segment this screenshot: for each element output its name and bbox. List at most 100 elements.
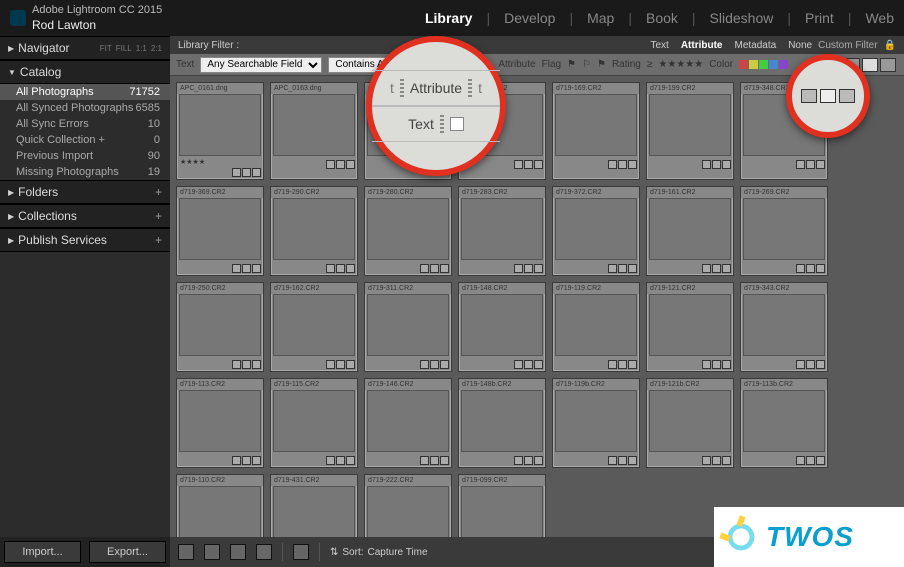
module-book[interactable]: Book [646, 10, 678, 26]
thumbnail-image[interactable] [461, 390, 543, 452]
badge-icon[interactable] [618, 456, 627, 465]
catalog-row[interactable]: Missing Photographs19 [0, 164, 170, 180]
badge-icon[interactable] [712, 160, 721, 169]
badge-icon[interactable] [242, 168, 251, 177]
thumbnail-image[interactable] [273, 486, 355, 537]
thumbnail-image[interactable] [179, 486, 261, 537]
badge-icon[interactable] [722, 160, 731, 169]
thumbnail-image[interactable] [273, 94, 355, 156]
folders-header[interactable]: ▶ Folders + [0, 180, 170, 204]
thumbnail-cell[interactable]: APC_0161.dng★★★★ [176, 82, 264, 180]
badge-icon[interactable] [514, 360, 523, 369]
badge-icon[interactable] [326, 264, 335, 273]
thumbnail-image[interactable] [461, 486, 543, 537]
badge-icon[interactable] [608, 264, 617, 273]
painter-tool-icon[interactable] [293, 544, 309, 560]
thumbnail-cell[interactable]: d719-199.CR2 [646, 82, 734, 180]
thumbnail-cell[interactable]: APC_0163.dng [270, 82, 358, 180]
thumbnail-cell[interactable]: d719-222.CR2 [364, 474, 452, 537]
sort-direction-icon[interactable]: ⇅ [330, 547, 338, 558]
add-icon[interactable]: + [155, 209, 162, 223]
badge-icon[interactable] [712, 456, 721, 465]
badge-icon[interactable] [796, 360, 805, 369]
custom-filter-label[interactable]: Custom Filter [818, 40, 877, 51]
thumbnail-image[interactable] [273, 294, 355, 356]
badge-icon[interactable] [608, 360, 617, 369]
badge-icon[interactable] [702, 264, 711, 273]
thumbnail-image[interactable] [179, 198, 261, 260]
thumbnail-image[interactable] [743, 390, 825, 452]
badge-icon[interactable] [712, 264, 721, 273]
catalog-row[interactable]: All Synced Photographs6585 [0, 100, 170, 116]
badge-icon[interactable] [242, 264, 251, 273]
thumbnail-cell[interactable]: d719-290.CR2 [270, 186, 358, 276]
badge-icon[interactable] [816, 264, 825, 273]
badge-icon[interactable] [440, 456, 449, 465]
badge-icon[interactable] [242, 360, 251, 369]
badge-icon[interactable] [618, 264, 627, 273]
badge-icon[interactable] [252, 360, 261, 369]
filter-tab-none[interactable]: None [788, 40, 812, 51]
thumbnail-cell[interactable]: d719-343.CR2 [740, 282, 828, 372]
badge-icon[interactable] [816, 456, 825, 465]
badge-icon[interactable] [628, 264, 637, 273]
loupe-view-button[interactable] [204, 544, 220, 560]
survey-view-button[interactable] [256, 544, 272, 560]
thumbnail-rating[interactable]: ★★★★ [177, 158, 263, 168]
badge-icon[interactable] [336, 456, 345, 465]
badge-icon[interactable] [796, 456, 805, 465]
thumbnail-image[interactable] [179, 94, 261, 156]
thumbnail-cell[interactable]: d719-169.CR2 [552, 82, 640, 180]
thumbnail-image[interactable] [743, 294, 825, 356]
badge-icon[interactable] [806, 264, 815, 273]
sort-value[interactable]: Capture Time [368, 547, 428, 558]
thumbnail-image[interactable] [273, 390, 355, 452]
thumbnail-cell[interactable]: d719-431.CR2 [270, 474, 358, 537]
badge-icon[interactable] [336, 264, 345, 273]
badge-icon[interactable] [806, 456, 815, 465]
badge-icon[interactable] [628, 456, 637, 465]
badge-icon[interactable] [722, 360, 731, 369]
badge-icon[interactable] [628, 360, 637, 369]
flag-unflagged-icon[interactable]: ⚐ [582, 59, 591, 70]
thumbnail-cell[interactable]: d719-119.CR2 [552, 282, 640, 372]
badge-icon[interactable] [722, 456, 731, 465]
thumbnail-cell[interactable]: d719-161.CR2 [646, 186, 734, 276]
module-develop[interactable]: Develop [504, 10, 555, 26]
thumbnail-image[interactable] [367, 486, 449, 537]
thumbnail-image[interactable] [649, 198, 731, 260]
filter-tab-metadata[interactable]: Metadata [734, 40, 776, 51]
catalog-header[interactable]: ▼ Catalog [0, 60, 170, 84]
badge-icon[interactable] [430, 360, 439, 369]
badge-icon[interactable] [816, 360, 825, 369]
thumbnail-image[interactable] [649, 94, 731, 156]
compare-view-icon[interactable] [880, 58, 896, 72]
grid-view-button[interactable] [178, 544, 194, 560]
badge-icon[interactable] [534, 360, 543, 369]
module-library[interactable]: Library [425, 10, 472, 26]
badge-icon[interactable] [608, 456, 617, 465]
compare-view-button[interactable] [230, 544, 246, 560]
badge-icon[interactable] [514, 456, 523, 465]
badge-icon[interactable] [326, 360, 335, 369]
thumbnail-cell[interactable]: d719-148b.CR2 [458, 378, 546, 468]
add-icon[interactable]: + [155, 233, 162, 247]
badge-icon[interactable] [618, 160, 627, 169]
module-web[interactable]: Web [865, 10, 894, 26]
thumbnail-image[interactable] [461, 294, 543, 356]
catalog-row[interactable]: Quick Collection +0 [0, 132, 170, 148]
thumbnail-cell[interactable]: d719-250.CR2 [176, 282, 264, 372]
thumbnail-image[interactable] [367, 198, 449, 260]
loupe-view-icon[interactable] [862, 58, 878, 72]
filter-tab-text[interactable]: Text [650, 40, 668, 51]
badge-icon[interactable] [702, 160, 711, 169]
catalog-row[interactable]: Previous Import90 [0, 148, 170, 164]
thumbnail-image[interactable] [649, 390, 731, 452]
navigator-zoom-opts[interactable]: FITFILL1:12:1 [100, 44, 162, 53]
rating-op[interactable]: ≥ [647, 59, 653, 70]
badge-icon[interactable] [336, 160, 345, 169]
badge-icon[interactable] [232, 264, 241, 273]
thumbnail-image[interactable] [555, 390, 637, 452]
badge-icon[interactable] [712, 360, 721, 369]
thumbnail-image[interactable] [367, 294, 449, 356]
